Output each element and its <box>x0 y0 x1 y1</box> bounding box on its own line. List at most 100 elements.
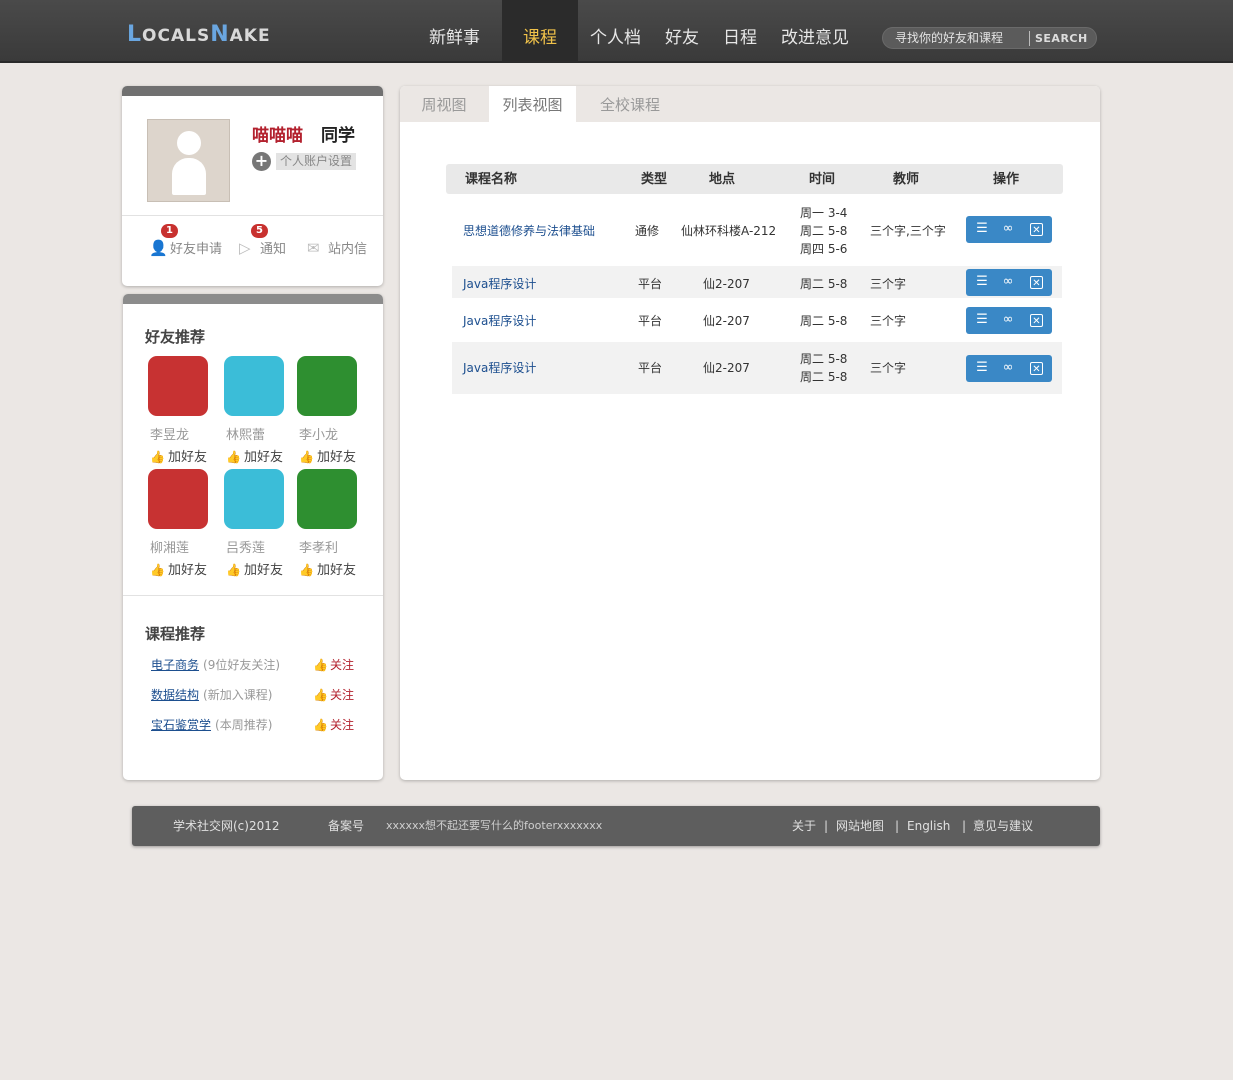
friend-name[interactable]: 吕秀莲 <box>224 537 286 556</box>
thumbs-up-icon: 👍 <box>313 718 328 732</box>
thumbs-up-icon: 👍 <box>226 450 241 464</box>
nav-feedback[interactable]: 改进意见 <box>769 0 861 63</box>
recommend-panel: 好友推荐 李昱龙 👍 加好友 林熙蕾 👍 加好友 李小龙 👍 加好友 柳湘莲 👍 加好友… <box>123 294 383 780</box>
nav-friends[interactable]: 好友 <box>653 0 711 63</box>
add-friend-button[interactable]: 👍 加好友 <box>224 559 286 578</box>
column-header: 课程名称 <box>465 172 518 187</box>
tab-list-view[interactable]: 列表视图 <box>489 86 576 122</box>
logo-letter: N <box>210 22 230 47</box>
column-header: 类型 <box>641 172 668 187</box>
friend-name[interactable]: 林熙蕾 <box>224 424 286 443</box>
friend-avatar[interactable] <box>297 356 357 416</box>
friend-avatar[interactable] <box>148 356 208 416</box>
friend-name[interactable]: 李孝利 <box>297 537 359 556</box>
add-friend-label: 加好友 <box>168 563 208 578</box>
divider <box>122 215 383 216</box>
friend-card: 林熙蕾 👍 加好友 <box>224 356 286 465</box>
comment-icon[interactable]: ☰ <box>974 274 990 290</box>
friend-request-badge: 1 <box>161 224 178 238</box>
thumbs-up-icon: 👍 <box>313 688 328 702</box>
course-time: 周一 3-4 <box>800 206 848 220</box>
search-box: 寻找你的好友和课程 SEARCH <box>882 27 1097 49</box>
course-name[interactable]: 思想道德修养与法律基础 <box>463 222 595 240</box>
add-friend-button[interactable]: 👍 加好友 <box>297 559 359 578</box>
course-recommend-item: 宝石鉴赏学 (本周推荐) 👍 关注 <box>151 716 361 736</box>
plus-icon: + <box>252 152 271 171</box>
friend-avatar[interactable] <box>297 469 357 529</box>
friend-card: 李孝利 👍 加好友 <box>297 469 359 578</box>
course-time: 周二 5-8 <box>800 352 848 366</box>
search-button[interactable]: SEARCH <box>1035 28 1088 48</box>
comment-icon[interactable]: ☰ <box>974 360 990 376</box>
glasses-icon[interactable]: ∞ <box>1000 221 1016 237</box>
footer-link-feedback[interactable]: 意见与建议 <box>973 806 1033 846</box>
course-teacher: 三个字,三个字 <box>870 224 946 238</box>
glasses-icon[interactable]: ∞ <box>1000 360 1016 376</box>
footer-link-about[interactable]: 关于 <box>792 806 816 846</box>
view-tabs: 周视图 列表视图 全校课程 <box>400 86 1100 122</box>
friend-card: 李小龙 👍 加好友 <box>297 356 359 465</box>
course-location: 仙2-207 <box>703 314 750 328</box>
course-name[interactable]: Java程序设计 <box>463 275 536 293</box>
follow-button[interactable]: 👍 关注 <box>313 656 354 673</box>
column-header: 地点 <box>709 172 736 187</box>
nav-courses[interactable]: 课程 <box>502 0 578 63</box>
friend-name[interactable]: 李昱龙 <box>148 424 210 443</box>
nav-news[interactable]: 新鲜事 <box>417 0 492 63</box>
course-link[interactable]: 电子商务 <box>151 658 199 672</box>
course-recommend-title: 课程推荐 <box>145 625 206 643</box>
add-friend-label: 加好友 <box>244 450 284 465</box>
add-friend-button[interactable]: 👍 加好友 <box>148 559 210 578</box>
avatar-placeholder-body <box>172 158 206 195</box>
thumbs-up-icon: 👍 <box>299 450 314 464</box>
course-location: 仙2-207 <box>703 361 750 375</box>
friend-avatar[interactable] <box>224 469 284 529</box>
tab-week-view[interactable]: 周视图 <box>400 86 488 122</box>
search-input[interactable]: 寻找你的好友和课程 <box>895 28 1025 48</box>
table-header: 课程名称 类型 地点 时间 教师 操作 <box>446 164 1063 194</box>
delete-icon[interactable]: ✕ <box>1030 314 1043 327</box>
add-friend-button[interactable]: 👍 加好友 <box>224 446 286 465</box>
glasses-icon[interactable]: ∞ <box>1000 312 1016 328</box>
table-row: Java程序设计 平台 仙2-207 周二 5-8 三个字 ☰ ∞ ✕ <box>452 266 1062 298</box>
footer-separator: | <box>895 819 900 833</box>
course-time: 周二 5-8 <box>800 370 848 384</box>
delete-icon[interactable]: ✕ <box>1030 223 1043 236</box>
footer-icp: 备案号 <box>328 819 365 833</box>
friend-avatar[interactable] <box>224 356 284 416</box>
friend-avatar[interactable] <box>148 469 208 529</box>
nav-profile[interactable]: 个人档 <box>578 0 653 63</box>
site-logo[interactable]: LOCALSNAKE <box>127 22 271 47</box>
course-link[interactable]: 数据结构 <box>151 688 199 702</box>
nav-schedule[interactable]: 日程 <box>711 0 769 63</box>
delete-icon[interactable]: ✕ <box>1030 362 1043 375</box>
course-name[interactable]: Java程序设计 <box>463 312 536 330</box>
footer-text: xxxxxx想不起还要写什么的footerxxxxxxx <box>386 819 603 832</box>
footer-link-english[interactable]: English <box>907 806 950 846</box>
course-type: 平台 <box>638 314 663 328</box>
follow-button[interactable]: 👍 关注 <box>313 716 354 733</box>
table-row: 思想道德修养与法律基础 通修 仙林环科楼A-212 周一 3-4 周二 5-8 … <box>452 201 1062 261</box>
avatar[interactable] <box>147 119 230 202</box>
course-link[interactable]: 宝石鉴赏学 <box>151 718 211 732</box>
comment-icon[interactable]: ☰ <box>974 221 990 237</box>
delete-icon[interactable]: ✕ <box>1030 276 1043 289</box>
notifications-label: 通知 <box>260 242 287 257</box>
tab-all-courses[interactable]: 全校课程 <box>584 86 676 122</box>
friend-name[interactable]: 李小龙 <box>297 424 359 443</box>
notification-badge: 5 <box>251 224 268 238</box>
user-name[interactable]: 喵喵喵 <box>252 121 303 146</box>
glasses-icon[interactable]: ∞ <box>1000 274 1016 290</box>
course-time: 周二 5-8 <box>800 277 848 291</box>
row-actions: ☰ ∞ ✕ <box>966 355 1052 382</box>
add-friend-label: 加好友 <box>244 563 284 578</box>
logo-text: OCALS <box>142 26 211 46</box>
course-name[interactable]: Java程序设计 <box>463 359 536 377</box>
row-actions: ☰ ∞ ✕ <box>966 307 1052 334</box>
follow-button[interactable]: 👍 关注 <box>313 686 354 703</box>
comment-icon[interactable]: ☰ <box>974 312 990 328</box>
friend-name[interactable]: 柳湘莲 <box>148 537 210 556</box>
add-friend-button[interactable]: 👍 加好友 <box>148 446 210 465</box>
footer-link-sitemap[interactable]: 网站地图 <box>836 806 884 846</box>
add-friend-button[interactable]: 👍 加好友 <box>297 446 359 465</box>
